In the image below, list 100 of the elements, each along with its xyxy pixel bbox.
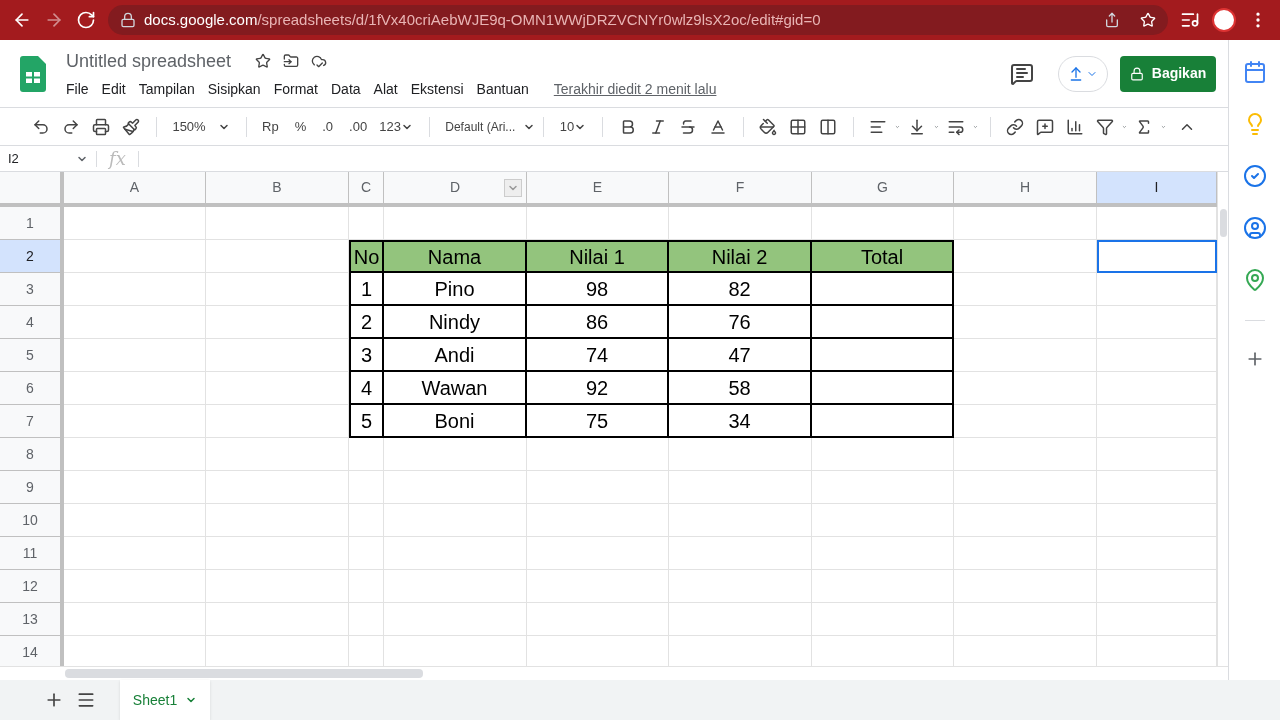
menu-item[interactable]: Data bbox=[331, 78, 361, 100]
grid-cell[interactable] bbox=[64, 405, 206, 438]
grid-cell[interactable] bbox=[954, 207, 1097, 240]
grid-cell[interactable] bbox=[812, 570, 954, 603]
percent-button[interactable]: % bbox=[290, 116, 311, 137]
grid-cell[interactable] bbox=[384, 537, 527, 570]
row-header[interactable]: 12 bbox=[0, 570, 64, 603]
grid-cell[interactable] bbox=[527, 438, 669, 471]
currency-button[interactable]: Rp bbox=[258, 116, 283, 137]
increase-decimal-button[interactable]: .00 bbox=[345, 116, 372, 137]
decrease-decimal-button[interactable]: .0 bbox=[318, 116, 338, 137]
grid-cell[interactable] bbox=[812, 438, 954, 471]
star-icon[interactable] bbox=[255, 53, 272, 69]
grid-cell[interactable] bbox=[954, 471, 1097, 504]
grid-cell[interactable] bbox=[206, 438, 349, 471]
grid-cell[interactable] bbox=[669, 438, 812, 471]
grid-cell[interactable] bbox=[384, 471, 527, 504]
row-header[interactable]: 14 bbox=[0, 636, 64, 666]
grid-cell[interactable] bbox=[64, 471, 206, 504]
row-header[interactable]: 9 bbox=[0, 471, 64, 504]
calendar-icon[interactable] bbox=[1242, 60, 1267, 84]
menu-item[interactable]: Tampilan bbox=[138, 78, 195, 100]
column-header[interactable]: G bbox=[812, 172, 954, 203]
grid-cell[interactable] bbox=[954, 570, 1097, 603]
horizontal-scrollbar[interactable] bbox=[65, 669, 423, 678]
grid-cell[interactable] bbox=[527, 537, 669, 570]
row-header[interactable]: 5 bbox=[0, 339, 64, 372]
grid-cell[interactable] bbox=[384, 504, 527, 537]
tasks-icon[interactable] bbox=[1242, 164, 1267, 188]
grid-cell[interactable] bbox=[669, 570, 812, 603]
row-header[interactable]: 10 bbox=[0, 504, 64, 537]
row-header[interactable]: 6 bbox=[0, 372, 64, 405]
menu-item[interactable]: Alat bbox=[373, 78, 398, 100]
grid-cell[interactable] bbox=[669, 603, 812, 636]
grid-cell[interactable] bbox=[206, 603, 349, 636]
column-header[interactable]: A bbox=[64, 172, 206, 203]
grid-cell[interactable] bbox=[812, 603, 954, 636]
grid-cell[interactable] bbox=[349, 471, 384, 504]
menu-item[interactable]: Edit bbox=[101, 78, 126, 100]
column-header[interactable]: B bbox=[206, 172, 349, 203]
grid-cell[interactable] bbox=[954, 372, 1097, 405]
document-title[interactable]: Untitled spreadsheet bbox=[66, 47, 232, 75]
row-header[interactable]: 3 bbox=[0, 273, 64, 306]
column-header[interactable]: F bbox=[669, 172, 812, 203]
all-sheets-icon[interactable] bbox=[76, 690, 96, 710]
share-button[interactable]: Bagikan bbox=[1120, 55, 1216, 92]
menu-item[interactable]: Sisipkan bbox=[207, 78, 261, 100]
comment-icon[interactable] bbox=[1010, 61, 1034, 86]
vertical-scrollbar[interactable] bbox=[1219, 209, 1227, 237]
bookmark-star-icon[interactable] bbox=[1140, 12, 1156, 28]
grid-cell[interactable] bbox=[349, 438, 384, 471]
menu-item[interactable]: Format bbox=[273, 78, 318, 100]
grid-cell[interactable] bbox=[64, 306, 206, 339]
share-icon[interactable] bbox=[1104, 12, 1120, 28]
grid-cell[interactable] bbox=[954, 339, 1097, 372]
grid-cell[interactable] bbox=[669, 504, 812, 537]
grid-cell[interactable] bbox=[349, 504, 384, 537]
grid-cell[interactable] bbox=[349, 537, 384, 570]
number-format-dropdown[interactable]: 123 bbox=[375, 116, 417, 137]
grid-cell[interactable] bbox=[812, 504, 954, 537]
grid-cell[interactable] bbox=[384, 570, 527, 603]
cloud-icon[interactable] bbox=[311, 53, 328, 69]
profile-avatar[interactable] bbox=[1212, 8, 1236, 32]
grid-cell[interactable] bbox=[349, 570, 384, 603]
grid-cell[interactable] bbox=[384, 603, 527, 636]
grid-cell[interactable] bbox=[954, 438, 1097, 471]
grid-cell[interactable] bbox=[206, 570, 349, 603]
font-size-dropdown[interactable]: 10 bbox=[555, 116, 591, 137]
grid-cell[interactable] bbox=[527, 570, 669, 603]
grid-cell[interactable] bbox=[812, 537, 954, 570]
menu-item[interactable]: File bbox=[66, 78, 89, 100]
grid-cell[interactable] bbox=[64, 438, 206, 471]
grid-cell[interactable] bbox=[64, 207, 206, 240]
row-header[interactable]: 1 bbox=[0, 207, 64, 240]
zoom-dropdown[interactable]: 150% bbox=[168, 116, 234, 137]
column-header[interactable]: C bbox=[349, 172, 384, 203]
grid-cell[interactable] bbox=[64, 339, 206, 372]
grid-cell[interactable] bbox=[64, 372, 206, 405]
row-header[interactable]: 8 bbox=[0, 438, 64, 471]
grid-cell[interactable] bbox=[527, 504, 669, 537]
grid-cell[interactable] bbox=[954, 306, 1097, 339]
grid-cell[interactable] bbox=[206, 471, 349, 504]
row-header[interactable]: 13 bbox=[0, 603, 64, 636]
sheet-tab[interactable]: Sheet1 bbox=[120, 680, 210, 720]
grid-cell[interactable] bbox=[64, 273, 206, 306]
row-header[interactable]: 7 bbox=[0, 405, 64, 438]
column-header[interactable]: I bbox=[1097, 172, 1217, 203]
grid-cell[interactable] bbox=[954, 504, 1097, 537]
grid-cell[interactable] bbox=[669, 471, 812, 504]
grid-cell[interactable] bbox=[527, 471, 669, 504]
grid-cell[interactable] bbox=[954, 240, 1097, 273]
grid-cell[interactable] bbox=[954, 603, 1097, 636]
grid-cell[interactable] bbox=[527, 603, 669, 636]
column-header[interactable]: D bbox=[384, 172, 527, 203]
grid-cell[interactable] bbox=[64, 570, 206, 603]
grid-cell[interactable] bbox=[812, 471, 954, 504]
filter-dropdown-icon[interactable] bbox=[504, 178, 522, 197]
font-dropdown[interactable]: Default (Ari... bbox=[441, 117, 532, 136]
grid-cell[interactable] bbox=[669, 537, 812, 570]
grid-cell[interactable] bbox=[64, 603, 206, 636]
